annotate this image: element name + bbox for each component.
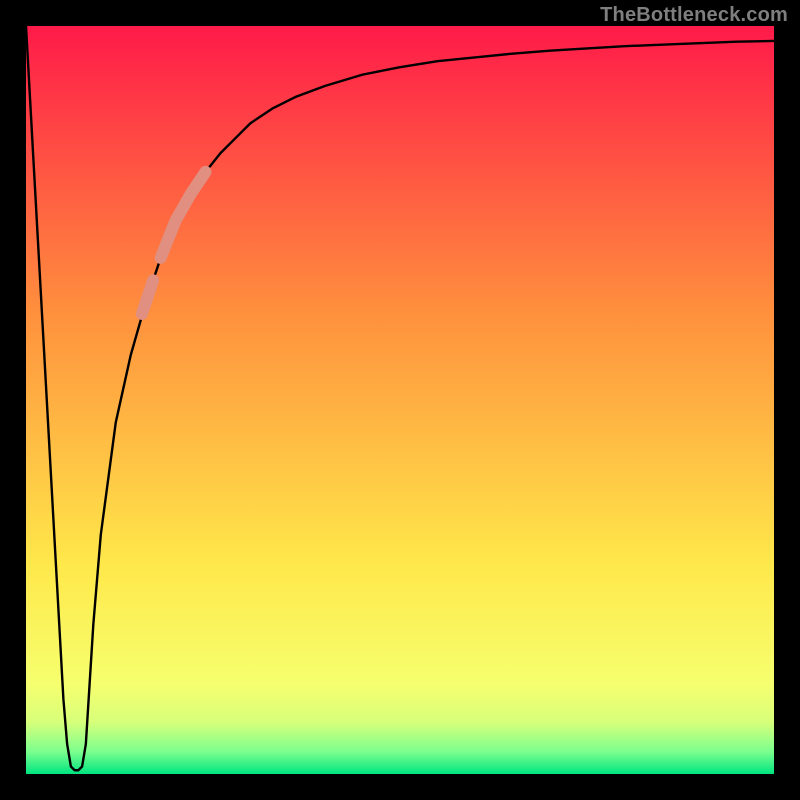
gradient-background	[26, 26, 774, 774]
chart-frame: TheBottleneck.com	[0, 0, 800, 800]
plot-area	[26, 26, 774, 774]
watermark-text: TheBottleneck.com	[600, 4, 788, 27]
chart-svg	[26, 26, 774, 774]
